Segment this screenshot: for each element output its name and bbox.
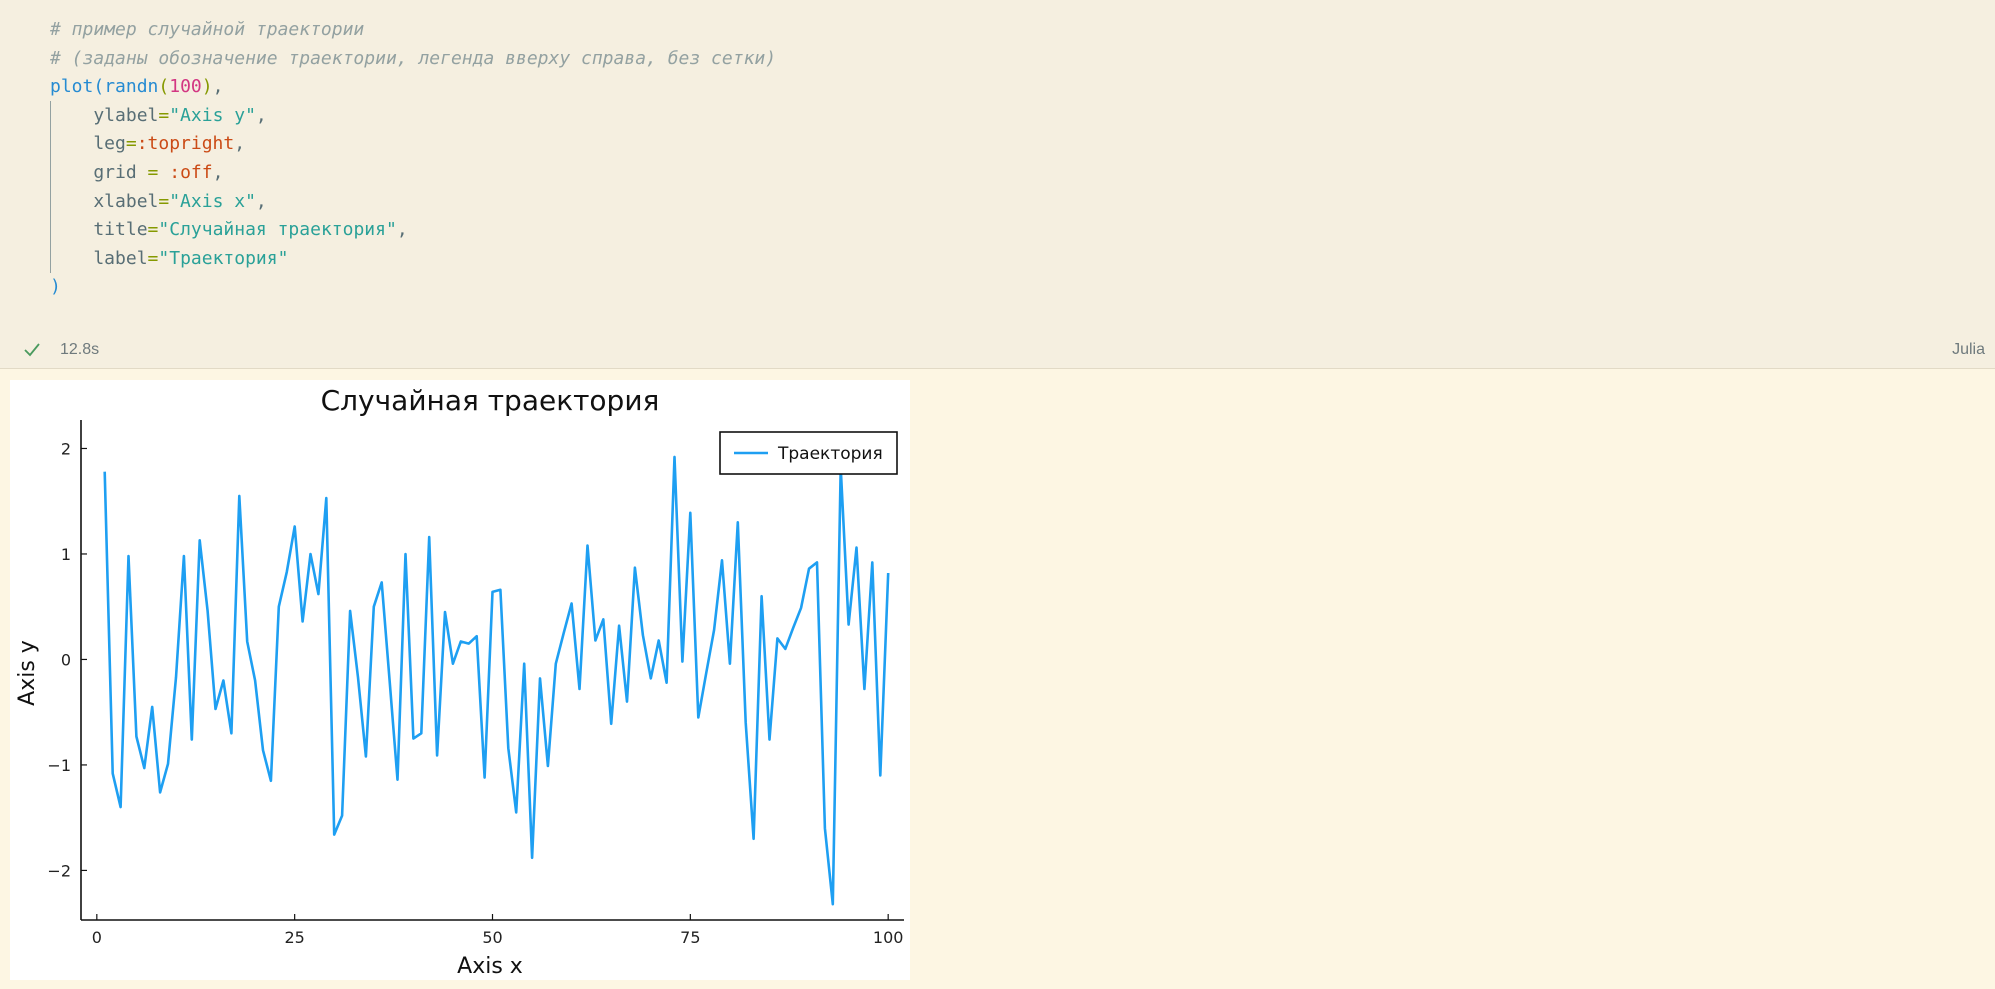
y-tick-label: −2 xyxy=(47,861,71,880)
code-token: "Axis y" xyxy=(169,104,256,126)
code-token: plot xyxy=(50,76,94,98)
code-token: "Траектория" xyxy=(158,247,289,269)
code-token: leg xyxy=(50,133,126,155)
chart-title: Случайная траектория xyxy=(321,384,660,417)
code-token: label xyxy=(50,247,148,269)
y-axis-label: Axis y xyxy=(15,640,40,706)
x-tick-label: 50 xyxy=(482,928,502,947)
series-line-trajectory xyxy=(103,455,890,906)
code-line: xlabel="Axis x", xyxy=(50,188,776,217)
code-token: = xyxy=(158,190,170,212)
code-line: title="Случайная траектория", xyxy=(50,216,776,245)
code-token: ylabel xyxy=(50,104,159,126)
x-tick-label: 75 xyxy=(680,928,700,947)
line-chart: Случайная траектория 0 25 50 75 100 −2 −1 0 1 2 Т… xyxy=(15,384,904,979)
x-tick-label: 0 xyxy=(92,928,102,947)
code-token: , xyxy=(212,161,224,183)
code-token: # пример случайной траектории xyxy=(50,19,365,40)
y-tick-label: −1 xyxy=(47,756,71,775)
check-icon xyxy=(24,343,40,357)
language-label[interactable]: Julia xyxy=(1952,341,1985,359)
code-token: , xyxy=(255,190,267,212)
code-token: = xyxy=(125,133,137,155)
code-token: , xyxy=(396,219,408,241)
code-token: = xyxy=(147,219,159,241)
cell-status-bar: 12.8s Julia xyxy=(0,336,1995,366)
execution-time: 12.8s xyxy=(60,341,100,358)
code-token: :off xyxy=(169,161,213,183)
code-line: ) xyxy=(50,273,776,302)
x-tick-label: 25 xyxy=(284,928,304,947)
code-line: grid = :off, xyxy=(50,159,776,188)
code-cell[interactable]: # пример случайной траектории # (заданы о… xyxy=(0,0,1995,369)
code-token: , xyxy=(255,104,267,126)
code-token: ) xyxy=(50,276,61,298)
x-axis-label: Axis x xyxy=(457,954,523,979)
y-tick-label: 0 xyxy=(61,650,71,669)
code-token: xlabel xyxy=(50,190,159,212)
code-line: plot(randn(100), xyxy=(50,73,776,102)
code-token: randn xyxy=(104,76,159,98)
code-line: # пример случайной траектории xyxy=(50,16,776,45)
y-tick-label: 2 xyxy=(61,439,71,458)
code-line: # (заданы обозначение траектории, легенд… xyxy=(50,45,776,74)
code-token: = xyxy=(147,161,159,183)
legend-label: Траектория xyxy=(777,444,883,464)
code-token: # (заданы обозначение траектории, легенд… xyxy=(50,47,777,69)
code-token: ) xyxy=(201,76,213,98)
cell-output: Случайная траектория 0 25 50 75 100 −2 −1 0 1 2 Т… xyxy=(10,380,910,980)
code-line: leg=:topright, xyxy=(50,130,776,159)
code-token: ( xyxy=(93,76,105,98)
code-line: label="Траектория" xyxy=(50,245,776,274)
chart-axes xyxy=(80,420,904,921)
code-token: ( xyxy=(158,76,170,98)
x-tick-label: 100 xyxy=(873,928,904,947)
code-token: grid xyxy=(50,161,148,183)
code-token: :topright xyxy=(136,133,235,155)
code-line: ylabel="Axis y", xyxy=(50,102,776,131)
chart-legend: Траектория xyxy=(719,431,898,475)
code-token: = xyxy=(147,247,159,269)
code-token: , xyxy=(212,76,224,98)
code-token: "Случайная траектория" xyxy=(158,219,397,241)
code-token: 100 xyxy=(169,76,202,98)
code-token: , xyxy=(234,133,246,155)
code-token: "Axis x" xyxy=(169,190,256,212)
y-tick-label: 1 xyxy=(61,545,71,564)
code-editor[interactable]: # пример случайной траектории # (заданы о… xyxy=(50,16,776,302)
code-token: = xyxy=(158,104,170,126)
code-token: title xyxy=(50,219,148,241)
